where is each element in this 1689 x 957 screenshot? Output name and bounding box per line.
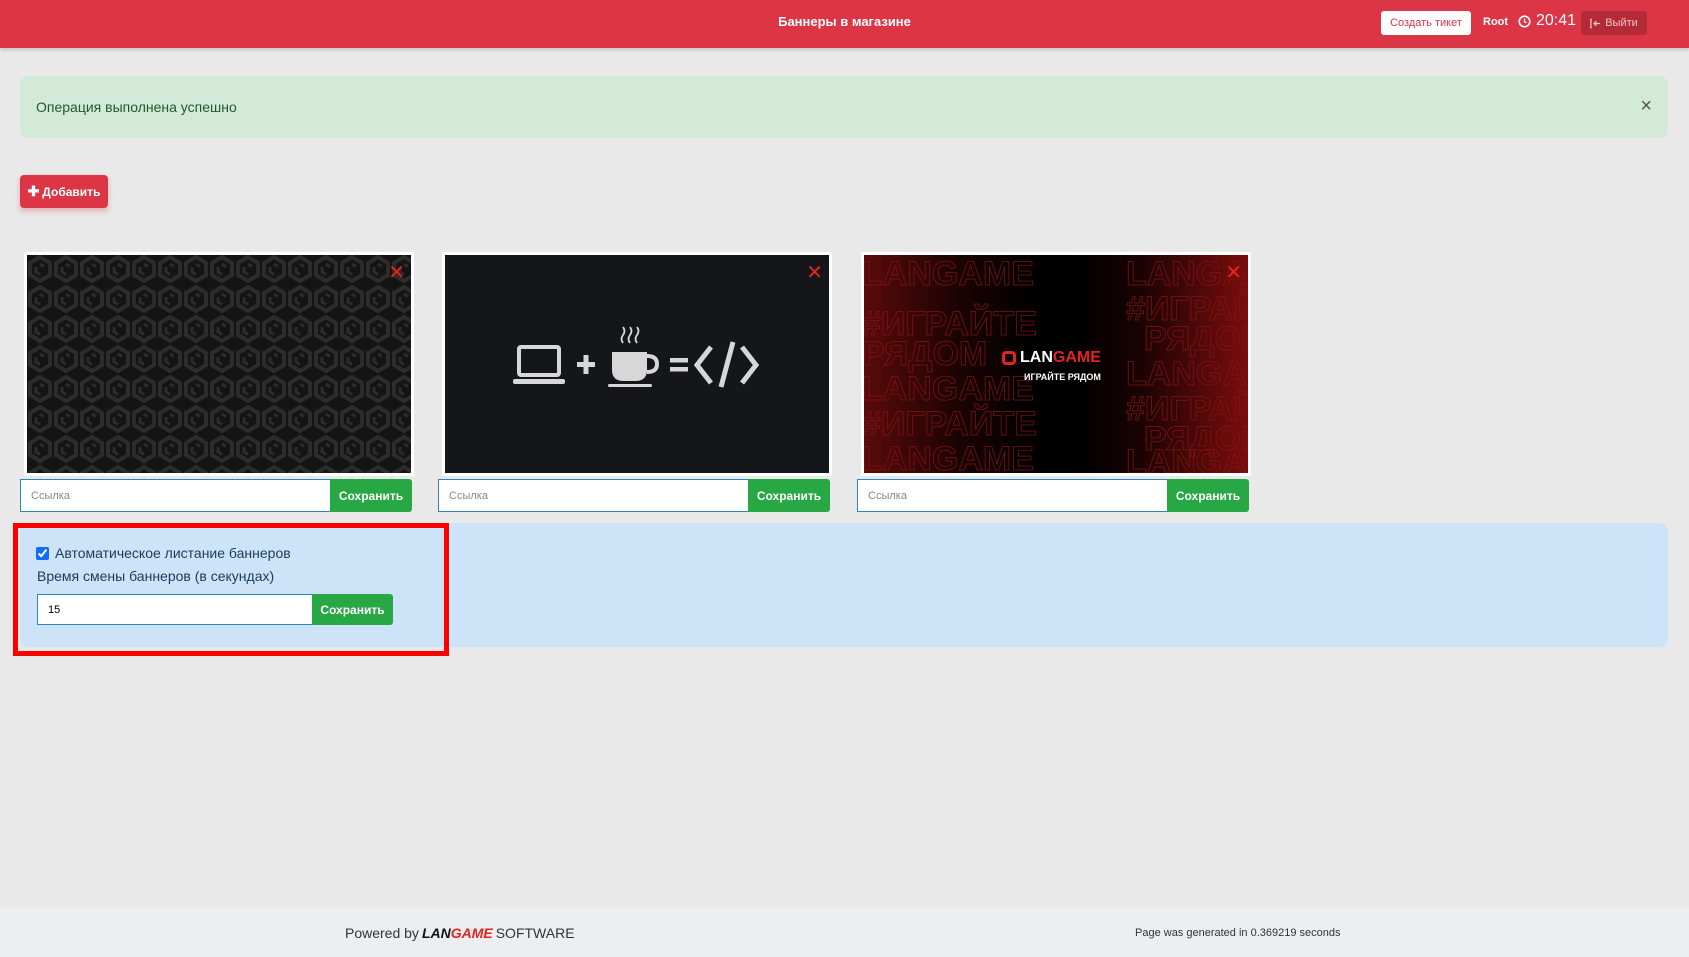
- powered-suffix: SOFTWARE: [495, 925, 575, 941]
- save-banner-button[interactable]: Сохранить: [748, 479, 830, 512]
- delete-banner-button[interactable]: ✕: [1225, 263, 1242, 283]
- add-banner-label: Добавить: [42, 184, 101, 199]
- svg-text:LANGAME: LANGAME: [864, 255, 1034, 293]
- footer-brand: LANGAME: [422, 925, 493, 941]
- langame-logo-game: GAME: [1052, 349, 1101, 366]
- banner-image: ✕: [24, 252, 414, 476]
- banner-link-input[interactable]: [20, 479, 330, 512]
- footer: [0, 908, 1689, 957]
- langame-tagline: ИГРАЙТЕ РЯДОМ: [1024, 372, 1101, 382]
- svg-text:РЯДОМ: РЯДОМ: [864, 335, 987, 373]
- add-banner-button[interactable]: ✚ Добавить: [20, 175, 108, 208]
- user-name[interactable]: Root: [1483, 16, 1508, 28]
- dark-pattern-image: [27, 255, 411, 473]
- banner-card: LANGAME #ИГРАЙТЕ РЯДОМ LANGAME #ИГРАЙТЕ …: [857, 252, 1251, 512]
- footer-brand-lan: LAN: [421, 925, 451, 941]
- svg-text:LANGAME: LANGAME: [864, 370, 1034, 408]
- logout-icon: [1590, 18, 1601, 28]
- svg-text:#ИГРАЙТЕ: #ИГРАЙТЕ: [864, 404, 1037, 443]
- highlight-box: [13, 523, 449, 656]
- langame-logo-lan: LAN: [1020, 349, 1053, 366]
- save-banner-button[interactable]: Сохранить: [1167, 479, 1249, 512]
- laptop-coffee-code-image: [445, 255, 829, 473]
- banner-link-input[interactable]: [857, 479, 1167, 512]
- banner-image: LANGAME #ИГРАЙТЕ РЯДОМ LANGAME #ИГРАЙТЕ …: [861, 252, 1251, 476]
- alert-message: Операция выполнена успешно: [36, 99, 237, 115]
- svg-text:LANGAME: LANGAME: [864, 440, 1034, 473]
- banner-card: ✕ Сохранить: [20, 252, 414, 512]
- generation-time: Page was generated in 0.369219 seconds: [1135, 927, 1341, 939]
- svg-text:LANGAME: LANGAME: [1126, 443, 1248, 473]
- clock-time: 20:41: [1536, 12, 1577, 29]
- banner-link-input[interactable]: [438, 479, 748, 512]
- top-bar: Баннеры в магазине Создать тикет Root 20…: [0, 0, 1689, 48]
- delete-banner-button[interactable]: ✕: [806, 263, 823, 283]
- svg-text:РЯДОМ: РЯДОМ: [1144, 320, 1248, 358]
- plus-icon: ✚: [27, 183, 40, 199]
- footer-brand-game: GAME: [450, 925, 493, 941]
- powered-by: Powered by LANGAME SOFTWARE: [345, 925, 575, 941]
- logout-button[interactable]: Выйти: [1581, 11, 1647, 35]
- success-alert: Операция выполнена успешно ×: [20, 76, 1668, 138]
- create-ticket-button[interactable]: Создать тикет: [1381, 11, 1471, 35]
- svg-text:LANGAME: LANGAME: [1126, 355, 1248, 393]
- save-banner-button[interactable]: Сохранить: [330, 479, 412, 512]
- powered-prefix: Powered by: [345, 925, 419, 941]
- alert-close-button[interactable]: ×: [1640, 95, 1652, 118]
- langame-logo: LAN GAME: [1002, 349, 1101, 367]
- banner-image: ✕: [442, 252, 832, 476]
- langame-logo-icon: [1002, 351, 1016, 365]
- logout-label: Выйти: [1605, 17, 1638, 29]
- delete-banner-button[interactable]: ✕: [388, 263, 405, 283]
- clock-icon: [1518, 14, 1531, 28]
- banner-card: ✕ Сохранить: [438, 252, 832, 512]
- clock: 20:41: [1518, 12, 1576, 30]
